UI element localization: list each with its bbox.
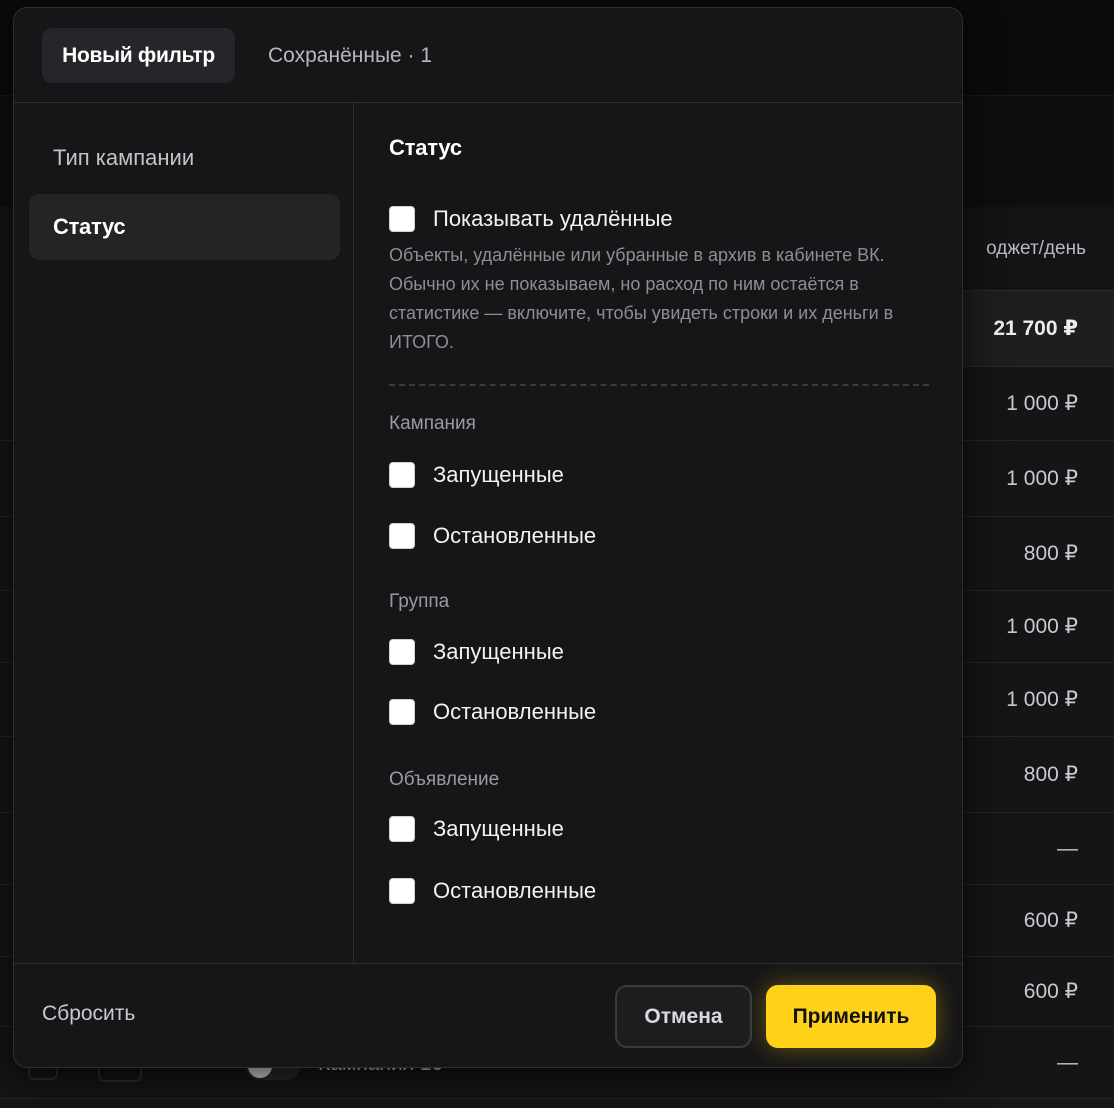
group-label-campaign: Кампания: [389, 413, 476, 434]
budget-cell: 1 000 ₽: [1006, 615, 1078, 638]
campaign-stopped-option[interactable]: Остановленные: [389, 521, 596, 551]
campaign-stopped-checkbox[interactable]: [389, 523, 415, 549]
show-deleted-description: Объекты, удалённые или убранные в архив …: [389, 245, 894, 352]
budget-cell: 1 000 ₽: [1006, 688, 1078, 711]
cancel-button[interactable]: Отмена: [615, 985, 752, 1048]
filter-sidebar: Тип кампании Статус: [14, 103, 354, 963]
adgroup-stopped-option[interactable]: Остановленные: [389, 697, 596, 727]
adgroup-running-option[interactable]: Запущенные: [389, 637, 564, 667]
adgroup-running-checkbox[interactable]: [389, 639, 415, 665]
group-label-ad: Объявление: [389, 769, 500, 790]
sidebar-item-campaign-type[interactable]: Тип кампании: [29, 125, 340, 191]
budget-cell: —: [1057, 836, 1078, 860]
budget-cell: 800 ₽: [1023, 542, 1078, 565]
modal-footer: Сбросить Отмена Применить: [14, 963, 962, 1067]
tab-saved-filters[interactable]: Сохранённые · 1: [268, 28, 432, 83]
group-label-adgroup: Группа: [389, 591, 450, 612]
budget-cell: 600 ₽: [1023, 980, 1078, 1003]
campaign-stopped-label[interactable]: Остановленные: [433, 523, 596, 549]
section-title: Статус: [389, 135, 462, 160]
show-deleted-label[interactable]: Показывать удалённые: [433, 206, 673, 232]
ad-running-option[interactable]: Запущенные: [389, 814, 564, 844]
budget-cell: 600 ₽: [1023, 909, 1078, 932]
adgroup-stopped-label[interactable]: Остановленные: [433, 699, 596, 725]
ad-running-checkbox[interactable]: [389, 816, 415, 842]
column-header-budget[interactable]: оджет/день: [960, 207, 1114, 291]
apply-button[interactable]: Применить: [766, 985, 936, 1048]
show-deleted-checkbox[interactable]: [389, 206, 415, 232]
ad-stopped-label[interactable]: Остановленные: [433, 878, 596, 904]
ad-running-label[interactable]: Запущенные: [433, 816, 564, 842]
budget-cell: 1 000 ₽: [1006, 467, 1078, 490]
sidebar-item-status[interactable]: Статус: [29, 194, 340, 260]
budget-cell: 1 000 ₽: [1006, 392, 1078, 415]
budget-cell: —: [1057, 1050, 1078, 1074]
adgroup-stopped-checkbox[interactable]: [389, 699, 415, 725]
filter-modal: Новый фильтр Сохранённые · 1 Тип кампани…: [13, 7, 963, 1068]
section-divider: [389, 384, 929, 386]
budget-cell: 800 ₽: [1023, 763, 1078, 786]
reset-button[interactable]: Сбросить: [42, 1002, 135, 1026]
tab-new-filter[interactable]: Новый фильтр: [42, 28, 235, 83]
filter-content: Статус Показывать удалённые Объекты, уда…: [355, 103, 962, 963]
show-deleted-option[interactable]: Показывать удалённые: [389, 204, 673, 234]
campaign-running-checkbox[interactable]: [389, 462, 415, 488]
adgroup-running-label[interactable]: Запущенные: [433, 639, 564, 665]
filter-tabs: Новый фильтр Сохранённые · 1: [14, 8, 962, 103]
campaign-running-option[interactable]: Запущенные: [389, 460, 564, 490]
ad-stopped-option[interactable]: Остановленные: [389, 876, 596, 906]
campaign-running-label[interactable]: Запущенные: [433, 462, 564, 488]
total-row-budget: 21 700 ₽: [960, 291, 1114, 367]
ad-stopped-checkbox[interactable]: [389, 878, 415, 904]
